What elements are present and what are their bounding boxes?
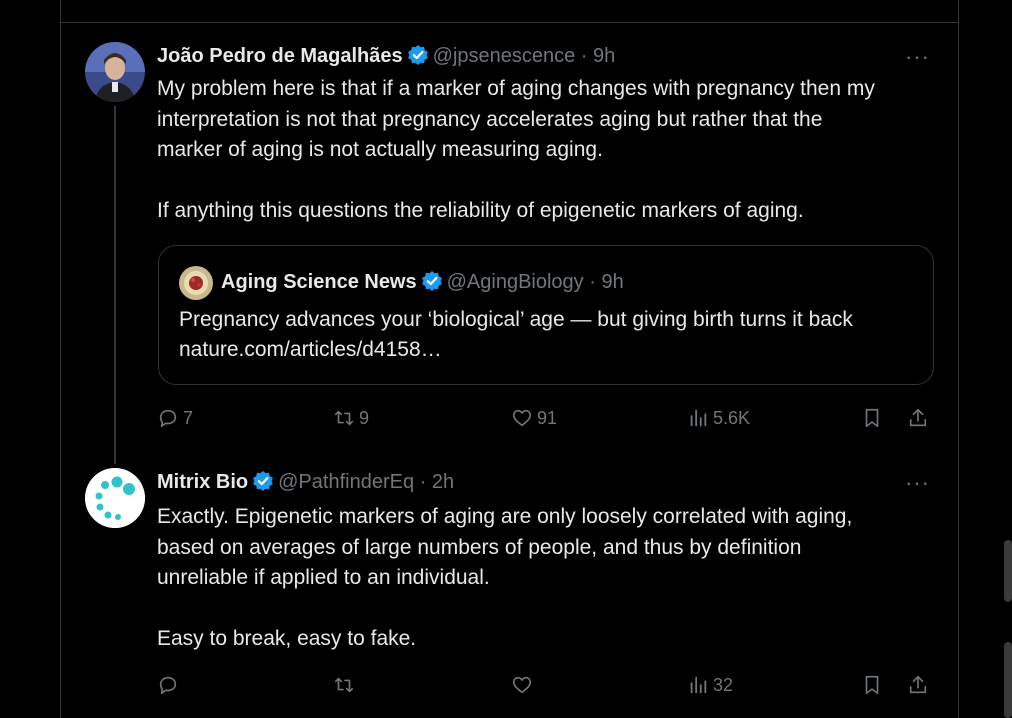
views-count: 5.6K <box>713 407 751 428</box>
retweet-button[interactable]: 9 <box>333 403 369 433</box>
tweet-text-line: Easy to break, easy to fake. <box>157 627 417 650</box>
quoted-author-name: Aging Science News <box>221 271 417 293</box>
quoted-link[interactable]: nature.com/articles/d4158… <box>179 335 919 365</box>
like-button[interactable]: 91 <box>511 403 557 433</box>
like-button[interactable] <box>511 670 537 700</box>
timeline-column: João Pedro de Magalhães @jpsenescence · 9… <box>60 0 959 718</box>
views-icon <box>690 676 707 694</box>
tweet-text-line: If anything this questions the reliabili… <box>157 199 804 222</box>
tweet-text-spacer <box>157 594 947 625</box>
tweet-text-line: interpretation is not that pregnancy acc… <box>157 107 823 131</box>
bookmark-icon <box>865 408 879 428</box>
author-name[interactable]: João Pedro de Magalhães <box>157 45 403 67</box>
handle-and-time[interactable]: @jpsenescence · 9h <box>433 45 616 67</box>
reply-count: 7 <box>183 407 194 428</box>
tweet-jpsenescence[interactable]: João Pedro de Magalhães @jpsenescence · 9… <box>61 0 958 464</box>
more-icon[interactable]: ··· <box>905 472 930 494</box>
verified-badge-icon <box>252 470 274 492</box>
reply-button[interactable] <box>157 670 183 700</box>
tweet-text-line: Exactly. Epigenetic markers of aging are… <box>157 505 853 528</box>
share-button[interactable] <box>907 403 929 433</box>
reply-button[interactable]: 7 <box>157 403 193 433</box>
retweet-icon <box>334 677 354 693</box>
tweet-text-line: unreliable if applied to an individual. <box>157 566 490 589</box>
retweet-count: 9 <box>359 407 370 428</box>
tweet-text: Exactly. Epigenetic markers of aging are… <box>157 502 947 655</box>
quoted-tweet-header: Aging Science News @AgingBiology · 9h <box>221 268 624 296</box>
like-icon <box>512 676 532 694</box>
tweet-text-line: My problem here is that if a marker of a… <box>157 77 875 100</box>
retweet-button[interactable] <box>333 670 359 700</box>
avatar-agingbiology <box>179 266 213 300</box>
reply-icon <box>159 409 177 428</box>
tweet-header: Mitrix Bio @PathfinderEq · 2h <box>157 469 454 495</box>
reply-icon <box>159 676 177 695</box>
thread-connector-line <box>114 106 116 464</box>
share-icon <box>909 675 927 694</box>
like-count: 91 <box>537 407 558 428</box>
tweet-text: My problem here is that if a marker of a… <box>157 74 947 227</box>
quoted-tweet-text: Pregnancy advances your ‘biological’ age… <box>179 305 919 365</box>
tweet-text-line: marker of aging is not actually measurin… <box>157 138 603 161</box>
more-icon[interactable]: ··· <box>905 46 930 68</box>
share-icon <box>909 408 927 427</box>
scrollbar-thumb[interactable] <box>1004 540 1012 602</box>
quoted-tweet-card[interactable]: Aging Science News @AgingBiology · 9h Pre… <box>158 245 934 385</box>
author-name[interactable]: Mitrix Bio <box>157 471 248 493</box>
avatar-pathfindereq[interactable] <box>85 468 145 528</box>
tweet-actions: 32 <box>157 670 957 700</box>
share-button[interactable] <box>907 670 929 700</box>
handle-and-time[interactable]: @PathfinderEq · 2h <box>278 471 454 493</box>
quoted-handle-and-time: @AgingBiology · 9h <box>446 271 624 293</box>
retweet-icon <box>334 410 354 426</box>
verified-badge-icon <box>407 44 429 66</box>
tweet-header: João Pedro de Magalhães @jpsenescence · 9… <box>157 43 615 69</box>
views-count: 32 <box>713 674 734 695</box>
tweet-actions: 7 9 91 5.6K <box>157 403 957 433</box>
bookmark-icon <box>865 675 879 695</box>
like-icon <box>512 409 532 427</box>
tweet-text-line: based on averages of large numbers of pe… <box>157 535 802 559</box>
views-button[interactable]: 32 <box>687 670 733 700</box>
tweet-pathfindereq[interactable]: Mitrix Bio @PathfinderEq · 2h ··· Exactly… <box>61 460 958 718</box>
quoted-text-line: Pregnancy advances your ‘biological’ age… <box>179 308 853 331</box>
tweet-text-spacer <box>157 166 947 197</box>
bookmark-button[interactable] <box>861 403 883 433</box>
bookmark-button[interactable] <box>861 670 883 700</box>
scrollbar-thumb-lower[interactable] <box>1004 642 1012 718</box>
views-icon <box>690 409 707 427</box>
views-button[interactable]: 5.6K <box>687 403 750 433</box>
avatar-jpsenescence[interactable] <box>85 42 145 102</box>
verified-badge-icon <box>421 270 443 292</box>
